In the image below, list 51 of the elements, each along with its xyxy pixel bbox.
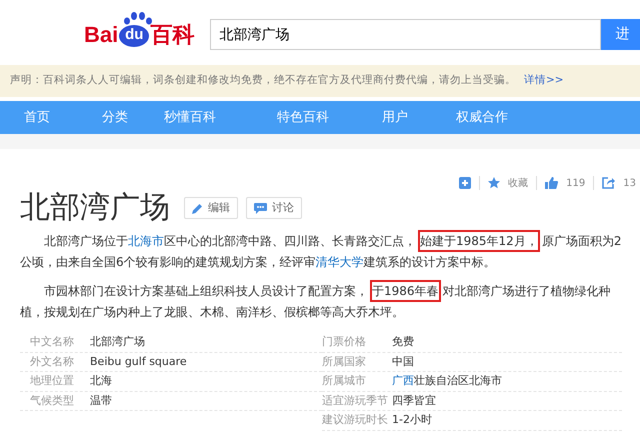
logo-text: Bai	[84, 23, 118, 47]
highlight-box: 始建于1985年12月，	[418, 230, 540, 252]
info-value: 中国	[392, 354, 414, 370]
info-label: 中文名称	[29, 334, 75, 350]
logo-text: 百科	[150, 23, 194, 47]
info-label: 建议游玩时长	[322, 412, 389, 428]
notice-text: 声明：百科词条人人可编辑，词条创建和修改均免费，绝不存在官方及代理商付费代编，请勿上当受骗。	[10, 73, 516, 88]
chat-icon	[254, 202, 267, 214]
favorite-link[interactable]: 收藏	[508, 176, 528, 190]
page-title: 北部湾广场	[20, 191, 170, 225]
info-value: 免费	[392, 334, 414, 350]
nav-link[interactable]: 首页	[24, 108, 50, 128]
text-link[interactable]: 广西	[392, 374, 414, 387]
nav-link[interactable]: 权威合作	[456, 108, 508, 128]
text-link[interactable]: 清华大学	[316, 255, 364, 269]
info-label: 外文名称	[29, 354, 75, 370]
highlight-box: 于1986年春	[370, 280, 441, 302]
info-value: 温带	[90, 392, 112, 408]
info-label: 门票价格	[322, 334, 367, 350]
paw-toes-icon	[124, 12, 152, 25]
info-label: 所属国家	[322, 354, 367, 370]
discuss-button[interactable]: 讨论	[246, 197, 302, 219]
search-field[interactable]: 北部湾广场	[210, 19, 602, 50]
info-label: 气候类型	[29, 392, 75, 408]
search-button[interactable]: 进	[601, 19, 640, 50]
thumbs-up-icon[interactable]	[545, 177, 558, 189]
nav-link[interactable]: 秒懂百科	[164, 108, 216, 128]
info-label: 地理位置	[29, 373, 75, 389]
info-value: Beibu gulf square	[90, 354, 187, 370]
nav-link[interactable]: 分类	[102, 108, 128, 128]
details-link[interactable]: 详情>>	[524, 73, 564, 89]
star-icon[interactable]	[488, 177, 500, 189]
info-value: 北海	[90, 373, 112, 389]
info-value: 四季皆宜	[392, 392, 436, 408]
like-count: 119	[566, 176, 586, 190]
body-paragraph: 市园林部门在设计方案基础上组织科技人员设计了配置方案， 于1986年春 对北部湾广场进行了植物绿化种植，按规划在广场内种上了龙眼、木棉、南洋杉、假槟榔等高大乔木坪。	[20, 281, 628, 323]
info-label: 适宜游玩季节	[322, 392, 389, 408]
share-count: 13	[623, 176, 636, 190]
add-icon[interactable]	[459, 177, 472, 189]
nav-link[interactable]: 特色百科	[277, 108, 329, 128]
logo-text: du	[119, 25, 150, 47]
pencil-icon	[192, 202, 203, 214]
info-value: 北部湾广场	[90, 334, 145, 350]
share-icon[interactable]	[602, 177, 616, 189]
nav-link[interactable]: 用户	[382, 108, 408, 128]
body-paragraph: 北部湾广场位于北海市区中心的北部湾中路、四川路、长青路交汇点， 始建于1985年12月， 原广场面积为2公顷，由来自全国6个较有影响的建筑规划方案，经评审清华大学建筑系的设计方案中标。	[20, 231, 628, 273]
info-value: 广西壮族自治区北海市	[392, 373, 502, 389]
info-label: 所属城市	[322, 373, 367, 389]
info-value: 1-2小时	[392, 412, 432, 428]
text-link[interactable]: 北海市	[128, 234, 164, 248]
edit-button[interactable]: 编辑	[184, 197, 238, 219]
